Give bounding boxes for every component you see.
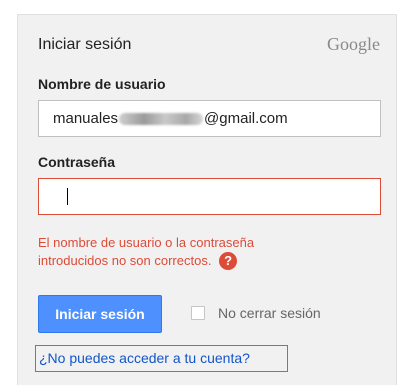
- signin-title: Iniciar sesión: [38, 36, 132, 53]
- error-message: El nombre de usuario o la contraseña int…: [38, 234, 338, 271]
- username-prefix: manuales: [53, 110, 119, 127]
- username-field[interactable]: manuales @gmail.com: [38, 100, 381, 137]
- signin-button[interactable]: Iniciar sesión: [38, 295, 162, 333]
- password-label: Contraseña: [38, 154, 116, 170]
- username-label: Nombre de usuario: [38, 76, 166, 92]
- help-question-icon[interactable]: ?: [219, 251, 238, 270]
- text-cursor: [67, 188, 68, 205]
- cant-access-account-link[interactable]: ¿No puedes acceder a tu cuenta?: [35, 345, 288, 372]
- stay-signed-in[interactable]: No cerrar sesión: [191, 305, 321, 321]
- stay-signed-in-checkbox[interactable]: [191, 306, 205, 320]
- username-suffix: @gmail.com: [204, 110, 288, 127]
- password-field[interactable]: [38, 178, 381, 215]
- redacted-text: [119, 113, 204, 126]
- stay-signed-in-label[interactable]: No cerrar sesión: [218, 305, 321, 321]
- error-line-1: El nombre de usuario o la contraseña: [38, 235, 255, 250]
- google-logo: Google: [327, 34, 380, 54]
- signin-card: Iniciar sesión Google Nombre de usuario …: [17, 14, 397, 385]
- error-line-2: introducidos no son correctos.: [38, 253, 212, 268]
